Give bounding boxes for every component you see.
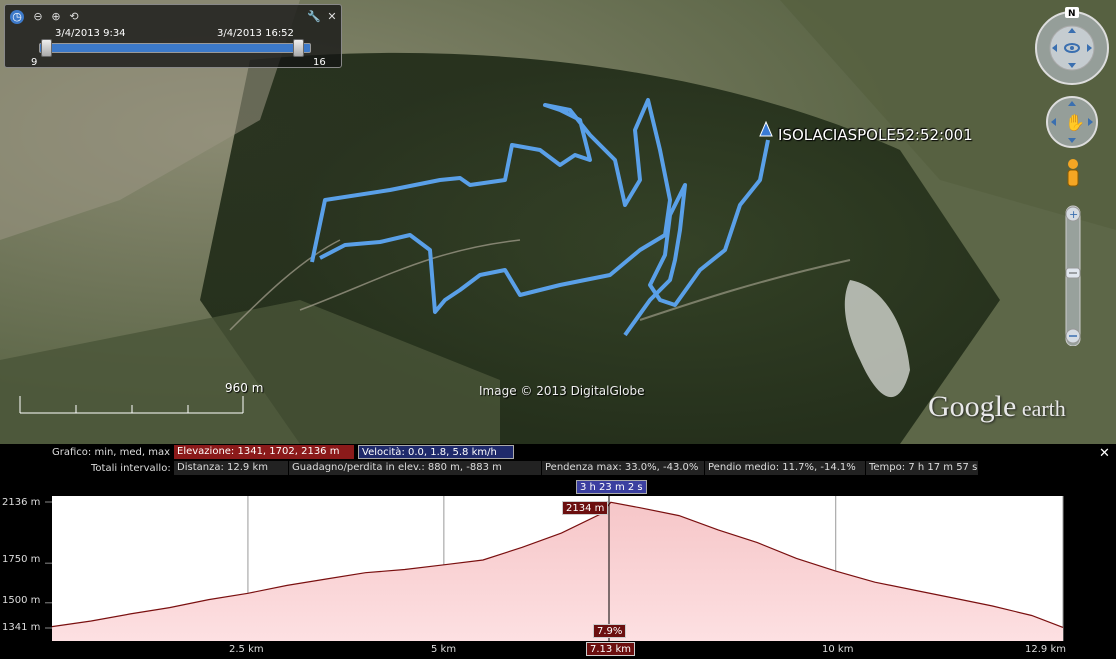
time-end-hour: 16	[313, 57, 326, 68]
look-joystick[interactable]	[1035, 11, 1109, 85]
clock-icon[interactable]: ◷	[10, 10, 24, 24]
y-tick-2: 1500 m	[2, 595, 41, 606]
google-earth-logo: Google earth	[928, 390, 1066, 424]
compass-north-icon[interactable]: N	[1065, 7, 1079, 19]
x-tick-0: 2.5 km	[229, 644, 264, 655]
svg-text:+: +	[1069, 208, 1078, 221]
track-name-label[interactable]: ISOLACIASPOLE52:52:001	[778, 126, 973, 144]
zoom-out-time-icon[interactable]: ⊖	[31, 10, 45, 24]
x-tick-3: 12.9 km	[1025, 644, 1066, 655]
image-attribution: Image © 2013 DigitalGlobe	[479, 384, 645, 398]
cursor-time-marker: 3 h 23 m 2 s	[576, 480, 647, 494]
x-tick-2: 10 km	[822, 644, 854, 655]
map-view[interactable]: ◷ ⊖ ⊕ ⟲ 🔧 ✕ 3/4/2013 9:34 3/4/2013 16:52…	[0, 0, 1116, 444]
time-slider-panel: ◷ ⊖ ⊕ ⟲ 🔧 ✕ 3/4/2013 9:34 3/4/2013 16:52…	[4, 4, 342, 68]
wrench-icon[interactable]: 🔧	[307, 10, 321, 24]
logo-main: Google	[928, 390, 1017, 423]
cursor-distance-marker: 7.13 km	[586, 642, 635, 656]
navigation-controls: N ✋ +	[1035, 7, 1109, 346]
zoom-slider[interactable]: +	[1065, 205, 1081, 346]
cursor-slope-marker: 7.9%	[593, 624, 627, 638]
street-view-pegman-icon[interactable]	[1067, 159, 1079, 187]
close-time-slider-button[interactable]: ✕	[325, 10, 339, 24]
time-start-handle[interactable]	[41, 39, 52, 57]
cursor-elevation-marker: 2134 m	[562, 501, 609, 515]
settings-time-icon[interactable]: ⟲	[67, 10, 81, 24]
time-start-label: 3/4/2013 9:34	[55, 28, 126, 39]
time-start-hour: 9	[31, 57, 38, 68]
hand-icon: ✋	[1065, 113, 1085, 132]
time-end-label: 3/4/2013 16:52	[217, 28, 294, 39]
y-tick-3: 1341 m	[2, 622, 41, 633]
y-tick-0: 2136 m	[2, 497, 41, 508]
move-joystick[interactable]: ✋	[1046, 96, 1098, 148]
elevation-chart[interactable]	[0, 444, 1116, 659]
logo-sub: earth	[1016, 396, 1066, 421]
compass-label: N	[1068, 9, 1076, 19]
time-end-handle[interactable]	[293, 39, 304, 57]
scale-label: 960 m	[225, 381, 264, 395]
x-tick-1: 5 km	[431, 644, 457, 655]
elevation-profile-panel: Grafico: min, med, max Elevazione: 1341,…	[0, 444, 1116, 659]
time-range-track[interactable]	[39, 43, 311, 53]
zoom-in-time-icon[interactable]: ⊕	[49, 10, 63, 24]
y-tick-1: 1750 m	[2, 554, 41, 565]
